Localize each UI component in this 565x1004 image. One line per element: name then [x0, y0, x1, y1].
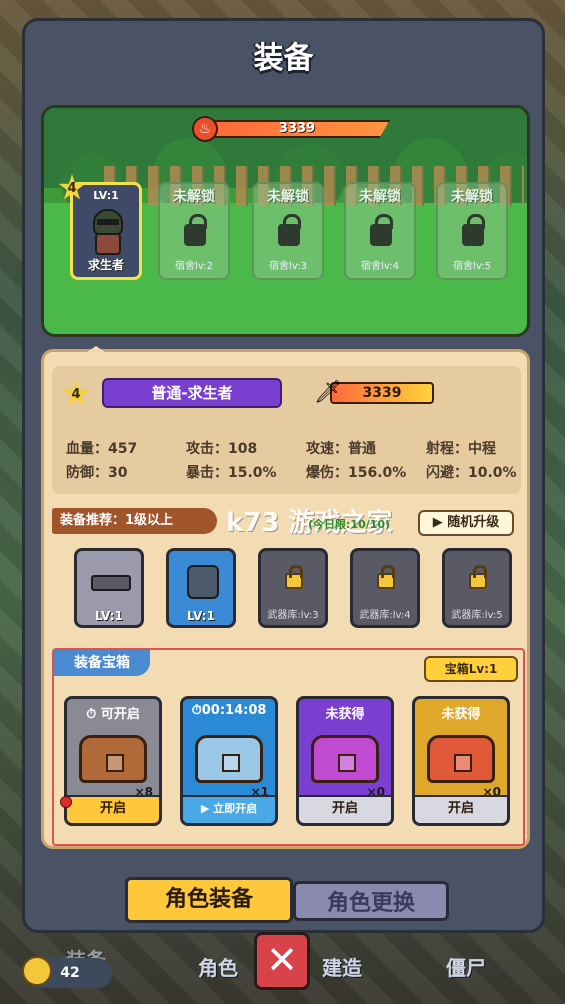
- chest-timer: ⏱00:14:08: [191, 703, 267, 718]
- equip-slot-locked-4[interactable]: 武器库:lv:4: [350, 548, 420, 628]
- lock-icon: [285, 565, 303, 589]
- chest-status: ⏱ 可开启: [86, 707, 140, 722]
- stat-range: 射程：中程: [426, 441, 496, 457]
- dorm-scene: 3339 ♨ LV:1 求生者 4 未解锁 宿舍lv:2 未解锁 宿舍lv:3 …: [41, 105, 530, 337]
- power-value: 3339: [278, 121, 316, 136]
- character-name: 普通-求生者: [102, 378, 282, 408]
- nav-build[interactable]: 建造: [322, 952, 362, 981]
- chest-icon: [195, 735, 263, 783]
- character-slot-3[interactable]: 未解锁 宿舍lv:3: [252, 182, 324, 280]
- equip-slot-locked-3[interactable]: 武器库:lv:3: [258, 548, 328, 628]
- character-slot-5[interactable]: 未解锁 宿舍lv:5: [436, 182, 508, 280]
- armor-icon: [187, 565, 219, 599]
- clock-icon: ⏱: [191, 703, 202, 718]
- video-icon: ▶: [200, 802, 214, 815]
- lock-icon: [184, 214, 207, 246]
- character-slot-2[interactable]: 未解锁 宿舍lv:2: [158, 182, 230, 280]
- stat-defense: 防御：30: [66, 465, 128, 481]
- character-slot-4[interactable]: 未解锁 宿舍lv:4: [344, 182, 416, 280]
- chest-section-title: 装备宝箱: [54, 650, 150, 676]
- lock-icon: [462, 214, 485, 246]
- chest-card-4[interactable]: 未获得 ×0 开启: [412, 696, 510, 826]
- chest-card-3[interactable]: 未获得 ×0 开启: [296, 696, 394, 826]
- coin-counter: 42: [22, 956, 112, 988]
- open-chest-button[interactable]: 开启: [415, 795, 507, 823]
- chest-card-1[interactable]: ⏱ 可开启 ×8 开启: [64, 696, 162, 826]
- chest-level-button[interactable]: 宝箱Lv:1: [424, 656, 518, 682]
- open-now-button[interactable]: ▶ 立即开启: [183, 795, 275, 823]
- equipment-panel: 装备 3339 ♨ LV:1 求生者 4 未解锁 宿舍lv:2 未解锁 宿舍lv…: [22, 18, 545, 933]
- character-power: 3339 🗡: [314, 380, 434, 406]
- stat-attack: 攻击：108: [186, 441, 258, 457]
- chest-icon: [311, 735, 379, 783]
- sword-icon: 🗡: [314, 380, 342, 405]
- close-button[interactable]: ✕: [254, 932, 310, 990]
- equip-slot-locked-5[interactable]: 武器库:lv:5: [442, 548, 512, 628]
- nav-role[interactable]: 角色: [198, 952, 238, 981]
- stat-crit: 暴击：15.0%: [186, 465, 277, 481]
- bottom-nav: 装备 42 角色 ✕ 建造 僵尸: [0, 930, 565, 1004]
- character-slot-1[interactable]: LV:1 求生者: [70, 182, 142, 280]
- star-icon: 4: [62, 380, 90, 406]
- stat-hp: 血量：457: [66, 441, 138, 457]
- flame-icon: ♨: [192, 116, 218, 142]
- equip-slot-armor[interactable]: LV:1: [166, 548, 236, 628]
- character-info-panel: 4 普通-求生者 3339 🗡 血量：457 攻击：108 攻速：普通 射程：中…: [41, 346, 530, 849]
- tab-character-equipment[interactable]: 角色装备: [125, 877, 293, 923]
- daily-limit: (今日限:10/10): [308, 518, 391, 531]
- lock-icon: [278, 214, 301, 246]
- clock-icon: ⏱: [86, 707, 97, 722]
- open-chest-button[interactable]: 开启: [67, 795, 159, 823]
- lock-icon: [377, 565, 395, 589]
- equipment-chest-section: 装备宝箱 宝箱Lv:1 ⏱ 可开启 ×8 开启 ⏱00:14:08 ×1 ▶ 立…: [52, 648, 525, 846]
- equipment-recommendation: 装备推荐：1级以上: [52, 508, 217, 534]
- survivor-avatar: [87, 209, 129, 261]
- lock-icon: [469, 565, 487, 589]
- nav-zombie[interactable]: 僵尸: [446, 952, 486, 981]
- lock-icon: [370, 214, 393, 246]
- notification-dot: [60, 796, 72, 808]
- stats-box: 4 普通-求生者 3339 🗡 血量：457 攻击：108 攻速：普通 射程：中…: [52, 366, 521, 494]
- random-upgrade-button[interactable]: ▶ 随机升级: [418, 510, 514, 536]
- coin-icon: [22, 956, 52, 986]
- stat-crit-damage: 爆伤：156.0%: [306, 465, 407, 481]
- chest-icon: [79, 735, 147, 783]
- equip-slot-gun[interactable]: LV:1: [74, 548, 144, 628]
- panel-title: 装备: [253, 41, 314, 76]
- chest-icon: [427, 735, 495, 783]
- video-icon: ▶: [432, 515, 448, 530]
- chest-card-2[interactable]: ⏱00:14:08 ×1 ▶ 立即开启: [180, 696, 278, 826]
- tab-bar: 角色装备 角色更换: [125, 877, 451, 923]
- open-chest-button[interactable]: 开启: [299, 795, 391, 823]
- power-bar: 3339 ♨: [192, 116, 392, 142]
- gun-icon: [91, 575, 131, 591]
- tab-character-change[interactable]: 角色更换: [293, 881, 449, 921]
- stat-dodge: 闪避：10.0%: [426, 465, 517, 481]
- stat-attack-speed: 攻速：普通: [306, 441, 376, 457]
